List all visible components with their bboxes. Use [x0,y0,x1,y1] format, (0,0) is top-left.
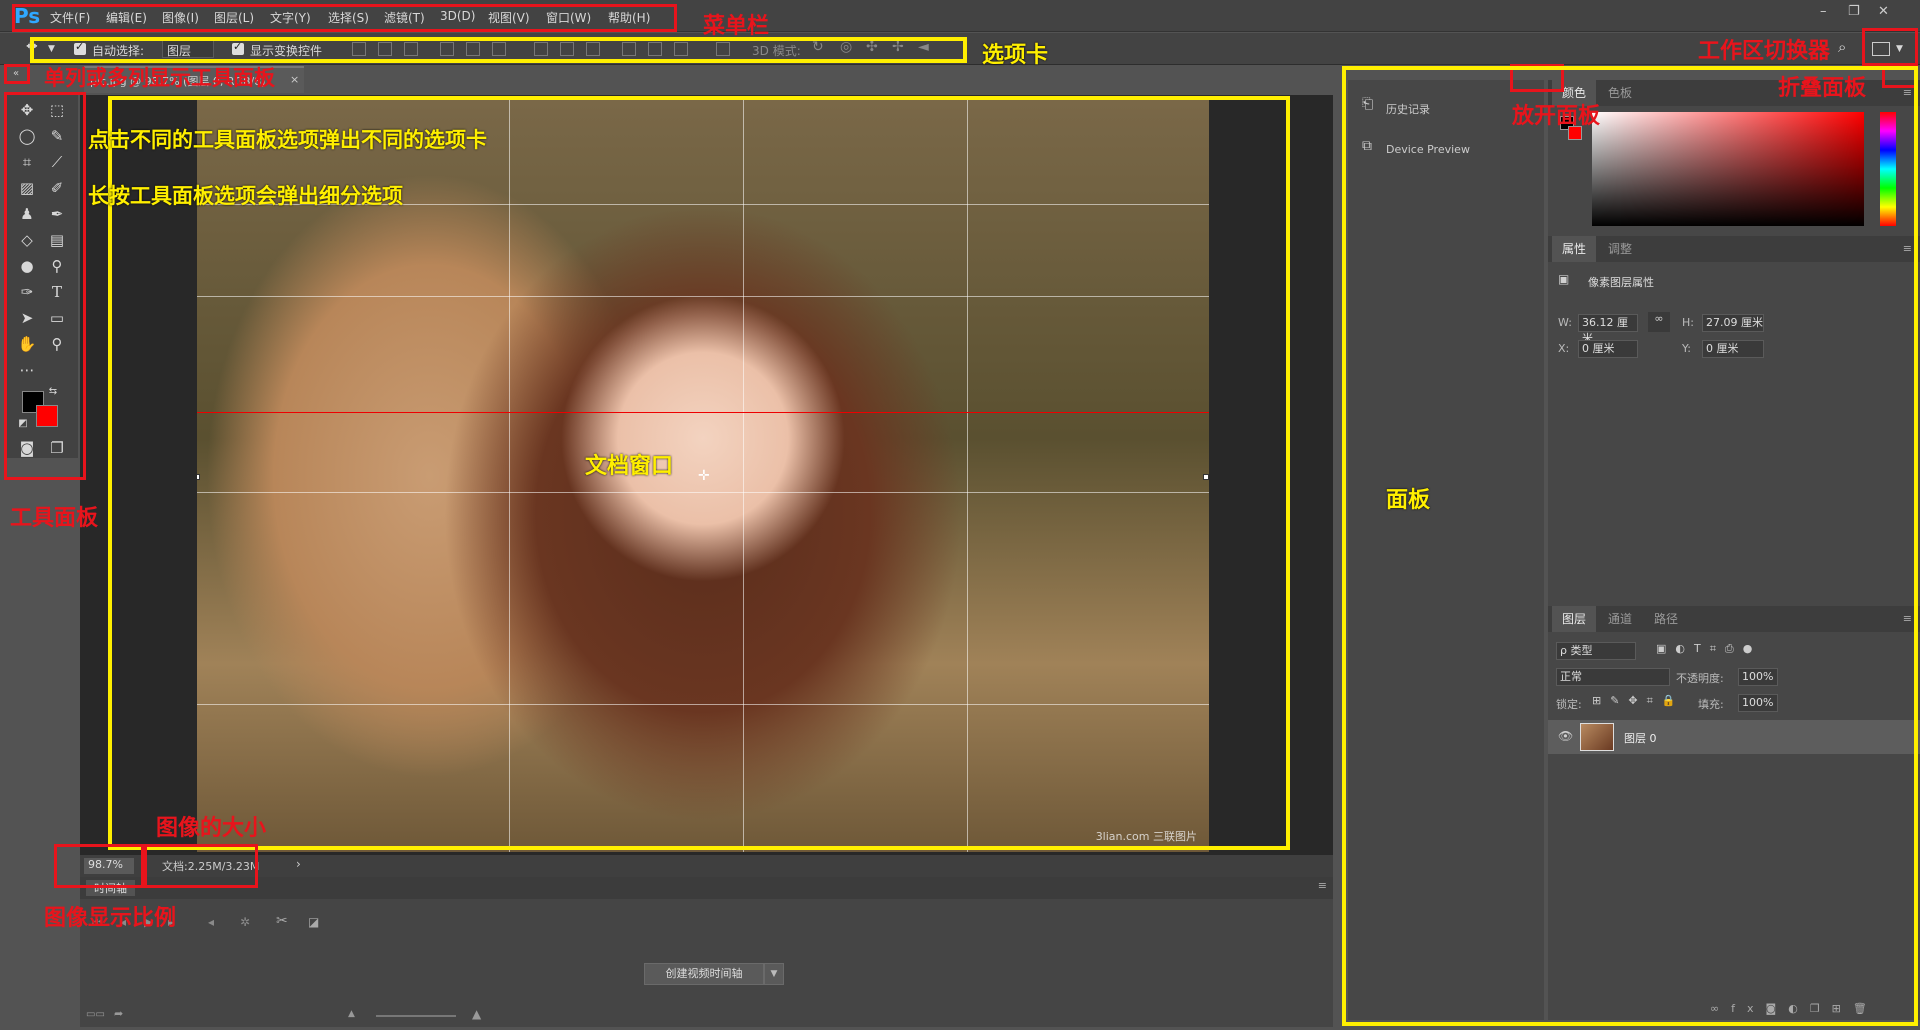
annotation-tool-panel: 工具面板 [10,506,99,531]
annotation-document-window: 文档窗口 [585,454,674,479]
settings-icon[interactable]: ✲ [240,915,250,929]
maximize-button[interactable]: ❐ [1848,4,1860,19]
annotation-optionsbar: 选项卡 [982,43,1049,68]
timeline-panel: 时间轴 ≡ ⏮ ◂ ▶ ▸ ◂ ✲ ✂ ◪ 创建视频时间轴 ▼ ▭▭ ➦ ▲ ▲ [80,877,1333,1027]
frame-mode-icon[interactable]: ▭▭ [86,1009,105,1020]
close-button[interactable]: ✕ [1878,4,1889,19]
zoom-in-icon[interactable]: ▲ [472,1007,481,1021]
zoom-out-icon[interactable]: ▲ [348,1009,355,1019]
status-menu-arrow[interactable]: › [296,857,301,871]
create-video-timeline-button[interactable]: 创建视频时间轴 [644,963,764,985]
annotation-single-double: 单列或多列显示工具面板 [44,66,275,90]
transition-icon[interactable]: ◪ [308,915,319,929]
annotation-longpress-tip: 长按工具面板选项会弹出细分选项 [88,184,403,208]
annotation-image-size: 图像的大小 [156,816,267,841]
status-bar: 98.7% 文档:2.25M/3.23M › [80,855,1333,877]
annotation-zoom-ratio: 图像显示比例 [44,906,177,931]
zoom-slider[interactable] [376,1015,456,1017]
panels-highlight [1342,66,1918,1026]
tab-close-icon[interactable]: × [290,73,299,86]
menubar-highlight [12,4,677,32]
search-icon[interactable]: ⌕ [1838,38,1846,56]
timeline-dropdown-icon[interactable]: ▼ [764,963,784,985]
annotation-workspace-switcher: 工作区切换器 [1698,39,1831,64]
toolbox-toggle-highlight [4,64,30,84]
timeline-menu-icon[interactable]: ≡ [1318,879,1327,892]
zoom-highlight [54,844,144,888]
split-icon[interactable]: ✂ [276,913,288,929]
timeline-tab-bar: 时间轴 ≡ [80,877,1333,899]
doc-size-highlight [144,844,258,888]
annotation-click-tip: 点击不同的工具面板选项弹出不同的选项卡 [88,128,487,152]
optionsbar-highlight [30,37,967,63]
audio-icon[interactable]: ◂ [208,915,214,929]
workspace-switcher-highlight [1862,28,1918,66]
toolbox-highlight [4,92,86,480]
annotation-panel: 面板 [1386,488,1431,513]
annotation-menubar: 菜单栏 [703,14,770,39]
render-icon[interactable]: ➦ [114,1007,123,1020]
photoshop-window: Ps 文件(F) 编辑(E) 图像(I) 图层(L) 文字(Y) 选择(S) 滤… [0,0,1920,1030]
minimize-button[interactable]: – [1820,4,1827,19]
